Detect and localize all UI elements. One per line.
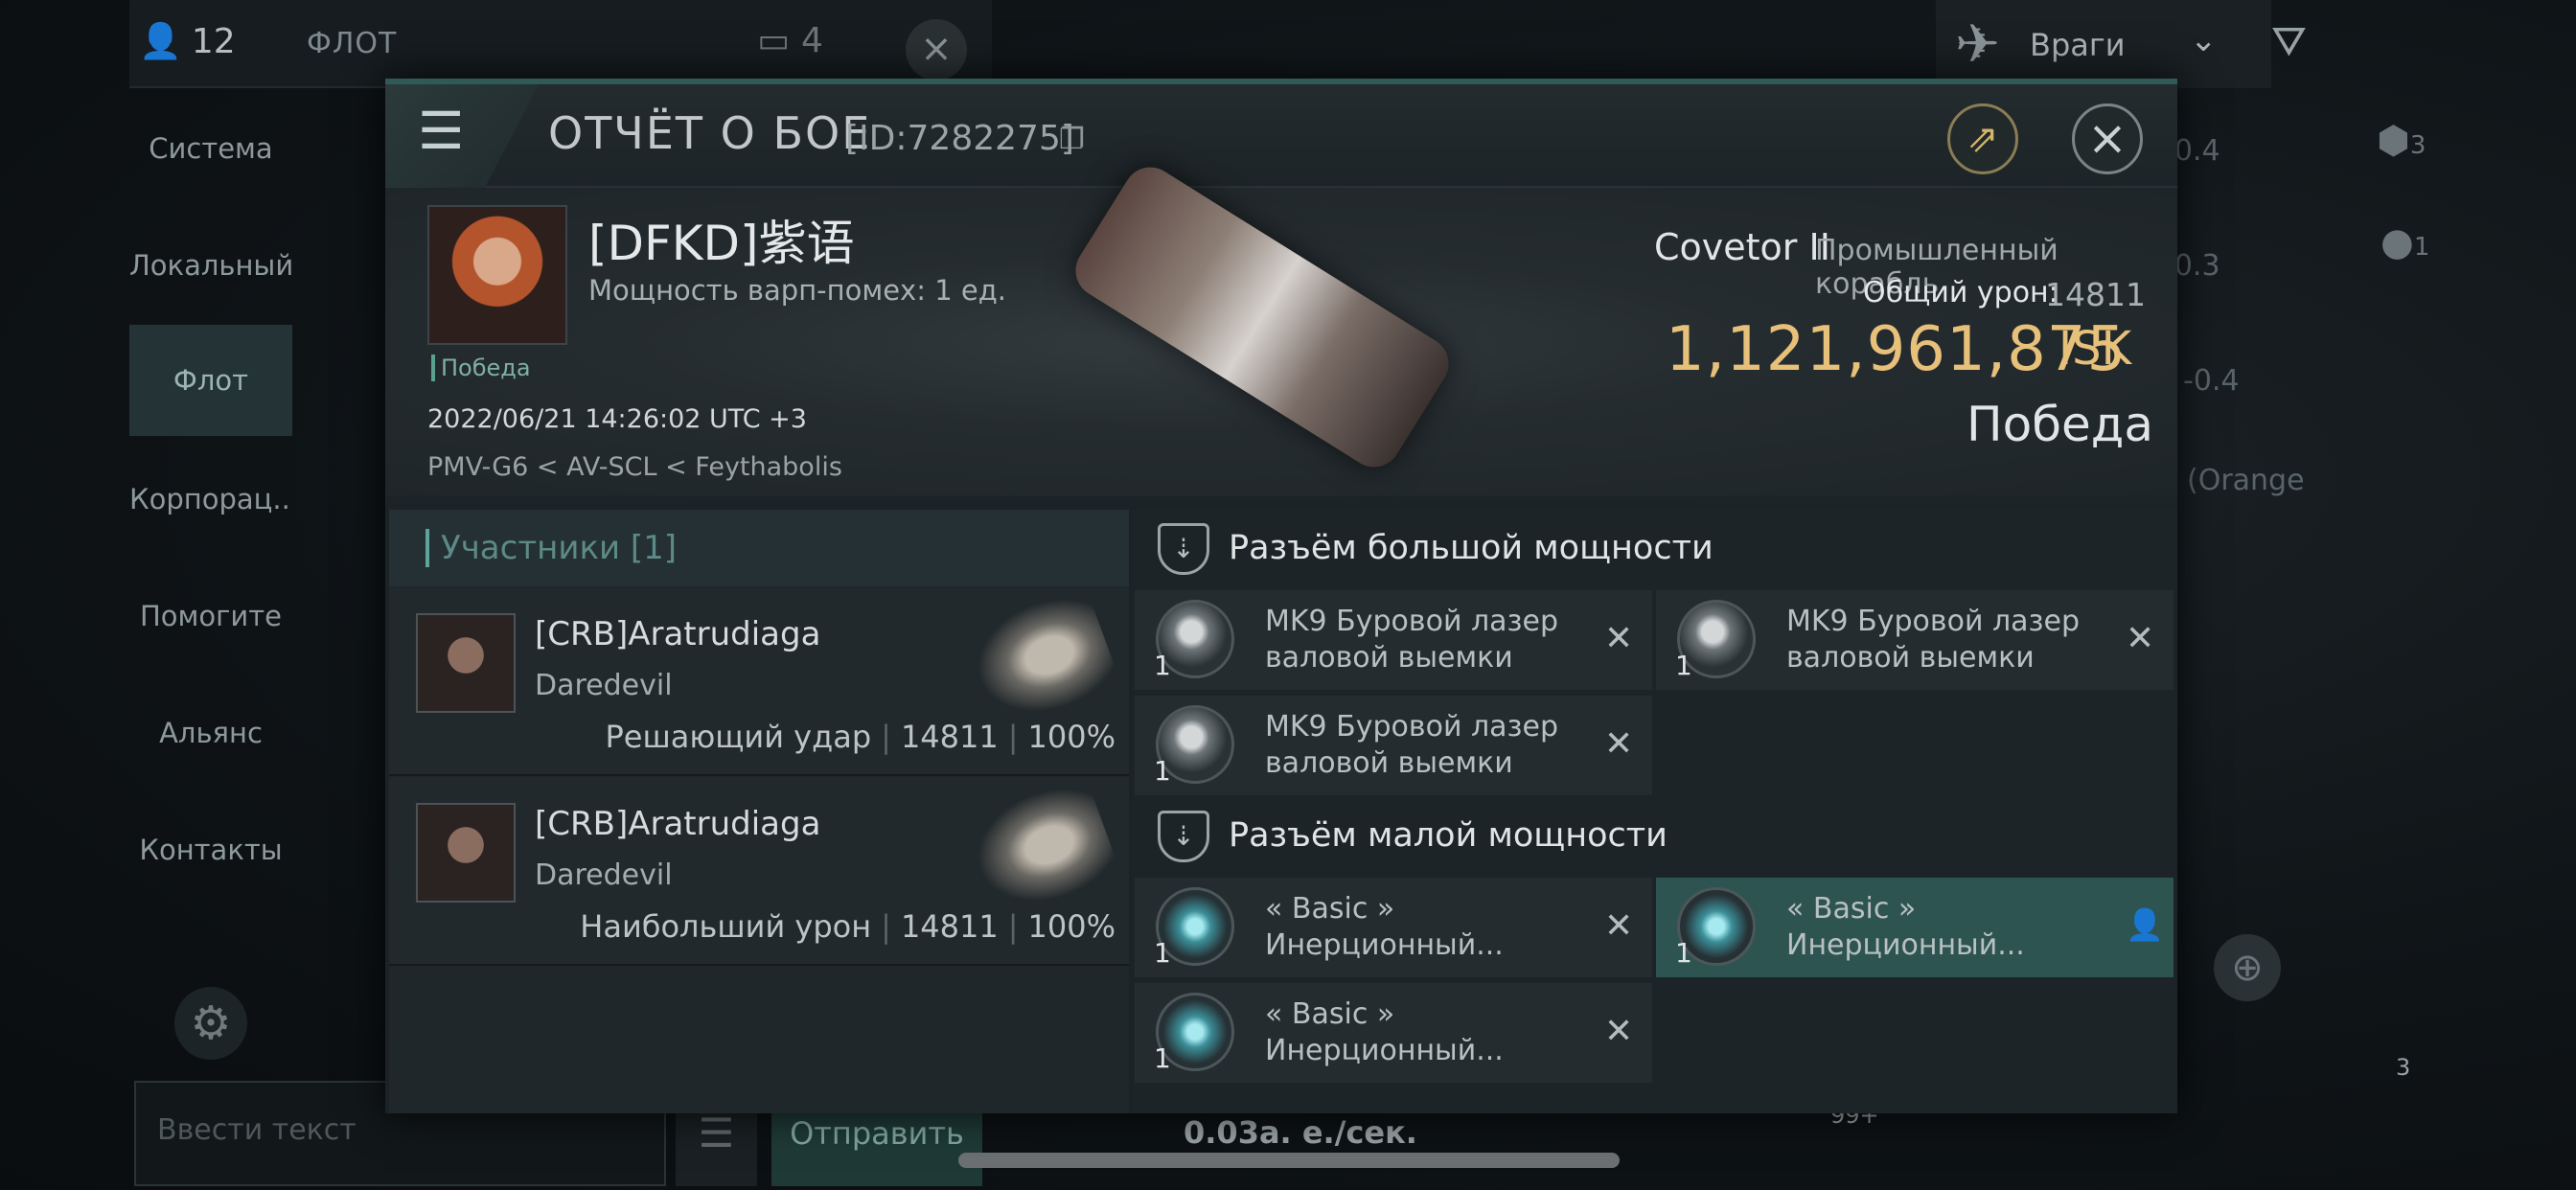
close-button[interactable]: × [2072, 103, 2143, 174]
module-item[interactable]: 1 « Basic » Инерционный... 👤 [1656, 878, 2174, 977]
module-name: MK9 Буровой лазер валовой выемки [1786, 605, 2080, 675]
high-slot-title: Разъём большой мощности [1229, 529, 1714, 567]
victim-portrait[interactable] [427, 205, 567, 345]
module-quantity: 1 [1675, 650, 1692, 681]
destroyed-x-icon: ✕ [1604, 619, 1634, 658]
total-damage-value: 14811 [2045, 276, 2146, 313]
mining-rate: 0.03а. е./сек. [1184, 1114, 1417, 1151]
module-name: « Basic » Инерционный... [1265, 997, 1504, 1067]
result-label: Победа [1966, 397, 2153, 452]
nav-local[interactable]: Локальный [129, 208, 292, 323]
module-item[interactable]: 1 « Basic » Инерционный... ✕ [1135, 983, 1652, 1083]
participants-panel: Участники [1] [CRB]Aratrudiaga Daredevil… [389, 510, 1129, 1113]
module-name: « Basic » Инерционный... [1265, 892, 1504, 962]
close-chat-button[interactable]: × [906, 19, 967, 80]
avatar[interactable] [416, 803, 516, 903]
module-name: « Basic » Инерционный... [1786, 892, 2025, 962]
high-slot-header: ⇣ Разъём большой мощности [1133, 510, 2177, 586]
chat-channel-nav: Система Локальный Флот Корпорац... Помог… [129, 91, 292, 973]
fleet-channel-label: ФЛОТ [307, 27, 398, 60]
nav-fleet[interactable]: Флот [129, 325, 292, 436]
low-slot-header: ⇣ Разъём малой мощности [1133, 797, 2177, 874]
module-item[interactable]: 1 MK9 Буровой лазер валовой выемки ✕ [1656, 590, 2174, 690]
participant-ship: Daredevil [535, 858, 673, 892]
participant-ship: Daredevil [535, 669, 673, 702]
nav-contacts[interactable]: Контакты [129, 792, 292, 907]
person-icon: 👤 [139, 22, 182, 61]
module-quantity: 1 [1675, 937, 1692, 969]
module-quantity: 1 [1154, 650, 1171, 681]
participant-row[interactable]: [CRB]Aratrudiaga Daredevil Решающий удар… [389, 577, 1129, 776]
copy-icon[interactable]: ❐ [1059, 123, 1085, 156]
module-name: MK9 Буровой лазер валовой выемки [1265, 710, 1558, 780]
module-item[interactable]: 1 MK9 Буровой лазер валовой выемки ✕ [1135, 696, 1652, 795]
participant-stats: Наибольший урон | 14811 | 100% [580, 908, 1116, 945]
destroyed-x-icon: ✕ [1604, 1012, 1634, 1051]
participant-name: [CRB]Aratrudiaga [535, 615, 821, 653]
fittings-panel: ⇣ Разъём большой мощности 1 MK9 Буровой … [1133, 510, 2177, 1113]
home-indicator[interactable] [958, 1153, 1620, 1168]
overview-value: -0.4 [2183, 364, 2240, 398]
filter-icon[interactable]: ⛛ [2271, 17, 2327, 73]
chevron-down-icon[interactable]: ⌄ [2190, 21, 2218, 59]
close-icon: × [2087, 110, 2128, 166]
module-item[interactable]: 1 MK9 Буровой лазер валовой выемки ✕ [1135, 590, 1652, 690]
total-damage-label: Общий урон: [1863, 276, 2058, 309]
report-id: [ID:7282275] [845, 119, 1074, 158]
fleet-count[interactable]: ▭ 4 [757, 21, 823, 60]
gear-icon[interactable]: ⚙ [174, 987, 247, 1060]
jet-icon: ✈ [1955, 13, 2000, 76]
probe-icon[interactable]: ●1 [2380, 220, 2438, 278]
combat-report-dialog: ☰ ОТЧЁТ О БОЕ [ID:7282275] ❐ ⇗ × [DFKD]紫… [385, 79, 2177, 1113]
participant-row[interactable]: [CRB]Aratrudiaga Daredevil Наибольший ур… [389, 767, 1129, 966]
avatar[interactable] [416, 613, 516, 713]
destroyed-x-icon: ✕ [1604, 906, 1634, 946]
list-icon: ▭ [757, 21, 791, 60]
kill-timestamp: 2022/06/21 14:26:02 UTC +3 [427, 404, 807, 434]
participants-header: Участники [1] [389, 510, 1129, 586]
destroyed-x-icon: ✕ [2126, 619, 2155, 658]
nav-alliance[interactable]: Альянс [129, 675, 292, 790]
module-item[interactable]: 1 « Basic » Инерционный... ✕ [1135, 878, 1652, 977]
drone-icon[interactable]: ⬢3 [2377, 119, 2434, 176]
bottom-count: 3 [2396, 1054, 2411, 1081]
overview-value: (Orange [2187, 464, 2305, 497]
enemy-dropdown[interactable]: Враги [2030, 27, 2125, 63]
high-power-slot-icon: ⇣ [1158, 523, 1209, 575]
module-quantity: 1 [1154, 1042, 1171, 1074]
dialog-title: ОТЧЁТ О БОЕ [548, 107, 872, 159]
victim-name[interactable]: [DFKD]紫语 [588, 205, 855, 274]
add-module-icon[interactable]: ⊕ [2214, 934, 2281, 1001]
person-icon: 👤 [2126, 906, 2164, 943]
isk-unit: ISK [2058, 322, 2132, 376]
low-power-slot-icon: ⇣ [1158, 811, 1209, 862]
low-slot-title: Разъём малой мощности [1229, 816, 1668, 855]
dialog-header: ☰ ОТЧЁТ О БОЕ [ID:7282275] ❐ ⇗ × [385, 84, 2177, 188]
nav-help[interactable]: Помогите [129, 559, 292, 674]
participants-title[interactable]: Участники [1] [426, 529, 677, 567]
victim-ship-image[interactable] [1065, 157, 1460, 477]
status-tag: Победа [431, 355, 531, 381]
nav-corporation[interactable]: Корпорац... [129, 442, 292, 557]
external-link-icon: ⇗ [1966, 117, 1999, 161]
module-quantity: 1 [1154, 755, 1171, 787]
module-name: MK9 Буровой лазер валовой выемки [1265, 605, 1558, 675]
warp-disruption-text: Мощность варп-помех: 1 ед. [588, 274, 1006, 307]
chat-top-bar [129, 0, 992, 88]
ship-name: Covetor II [1654, 226, 1830, 268]
nav-system[interactable]: Система [129, 91, 292, 206]
kill-location: PMV-G6 < AV-SCL < Feythabolis [427, 452, 842, 482]
participant-stats: Решающий удар | 14811 | 100% [605, 719, 1116, 755]
share-button[interactable]: ⇗ [1947, 103, 2018, 174]
hamburger-icon[interactable]: ☰ [418, 103, 473, 159]
member-count[interactable]: 👤 12 [139, 21, 236, 62]
destroyed-x-icon: ✕ [1604, 724, 1634, 764]
participant-name: [CRB]Aratrudiaga [535, 805, 821, 843]
module-quantity: 1 [1154, 937, 1171, 969]
victim-section: [DFKD]紫语 Мощность варп-помех: 1 ед. Побе… [385, 157, 2177, 496]
